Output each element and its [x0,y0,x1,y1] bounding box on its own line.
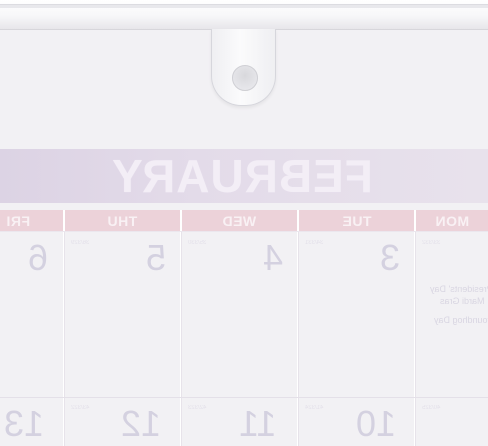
hanger-hole [232,65,258,91]
date-number: 10 [356,403,397,444]
day-of-year: 43/322 [71,405,90,411]
hanger-tab [211,29,276,106]
week-divider [0,397,488,398]
holiday-note: Mardi Gras [440,296,485,306]
date-number: 4 [263,237,284,278]
day-of-year: 41/324 [305,405,324,411]
date-number: 3 [380,237,401,278]
header-mon: MON [416,210,488,231]
date-number: 5 [146,237,167,278]
date-number: 12 [121,403,162,444]
date-number: 13 [4,403,45,444]
header-fri: FRI [0,210,69,231]
grid-line [298,231,299,446]
day-of-year: 34/331 [305,240,324,246]
header-thu: THU [65,210,180,231]
hanging-rail [0,0,488,30]
day-of-year: 35/330 [188,240,207,246]
day-of-year: 40/325 [422,405,441,411]
day-of-year: 36/329 [71,240,90,246]
grid-line [181,231,182,446]
date-number: 6 [28,237,49,278]
rail-edge [0,4,488,8]
day-of-year: 42/323 [188,405,207,411]
month-label: FEBRUARY [111,150,373,202]
day-of-year: 33/332 [422,240,441,246]
grid-line [0,231,488,232]
date-number: 11 [239,403,277,444]
month-title: FEBRUARY [0,149,488,203]
holiday-note: Presidents' Day [430,284,488,294]
grid-line [64,231,65,446]
header-tue: TUE [299,210,414,231]
holiday-note: Groundhog Day [434,315,488,325]
header-wed: WED [182,210,297,231]
grid-line [415,231,416,446]
